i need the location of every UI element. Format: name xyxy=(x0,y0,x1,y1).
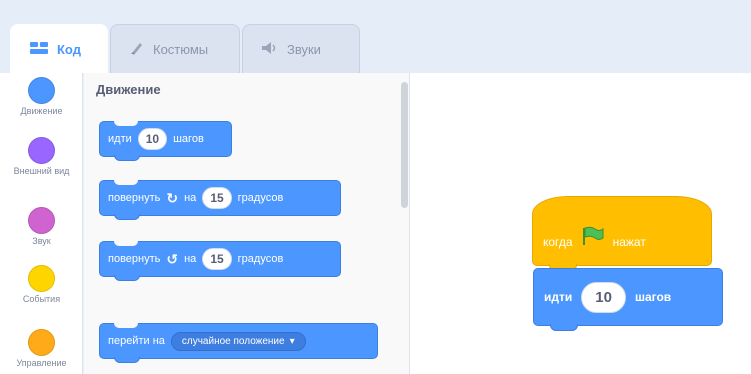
goto-block[interactable]: перейти на случайное положение ▾ xyxy=(99,323,378,363)
rotate-left-icon: ↺ xyxy=(166,250,179,267)
rotate-right-icon: ↻ xyxy=(166,189,179,206)
turn-right-degrees-input[interactable]: 15 xyxy=(202,187,232,209)
green-flag-icon xyxy=(581,226,605,249)
tab-bar: Код Костюмы Звуки xyxy=(0,0,751,73)
category-sound[interactable]: Звук xyxy=(0,207,83,246)
editor-tabs: Код Костюмы Звуки xyxy=(10,24,362,73)
category-control[interactable]: Управление xyxy=(0,329,83,368)
category-control-label: Управление xyxy=(16,358,67,368)
move-block-label: идти xyxy=(108,133,132,145)
palette-title: Движение xyxy=(96,82,161,97)
category-looks-label: Внешний вид xyxy=(13,166,70,176)
looks-category-icon xyxy=(28,137,55,164)
move-steps-block[interactable]: идти 10 шагов xyxy=(99,121,232,161)
tab-code[interactable]: Код xyxy=(10,24,108,73)
brush-icon xyxy=(129,40,145,59)
category-motion-label: Движение xyxy=(20,106,63,116)
tab-costumes-label: Костюмы xyxy=(153,41,209,57)
tab-sounds[interactable]: Звуки xyxy=(242,24,360,73)
category-menu: Движение Внешний вид Звук События Управл… xyxy=(0,73,83,374)
script-move-steps-input[interactable]: 10 xyxy=(581,281,626,313)
turn-left-label: повернуть xyxy=(108,253,161,265)
goto-label: перейти на xyxy=(108,335,165,347)
control-category-icon xyxy=(28,329,55,356)
turn-left-suffix: градусов xyxy=(237,253,284,265)
turn-left-block[interactable]: повернуть ↺ на 15 градусов xyxy=(99,241,341,281)
script-move-steps-block[interactable]: идти 10 шагов xyxy=(533,268,723,331)
motion-category-icon xyxy=(28,77,55,104)
events-category-icon xyxy=(28,265,55,292)
tab-code-label: Код xyxy=(57,41,81,57)
speaker-icon xyxy=(261,41,279,58)
turn-left-mid: на xyxy=(184,253,197,265)
category-motion[interactable]: Движение xyxy=(0,77,83,116)
turn-right-label: повернуть xyxy=(108,192,161,204)
goto-target-value: случайное положение xyxy=(181,335,285,347)
when-flag-clicked-block[interactable]: когда нажат xyxy=(532,196,712,271)
sound-category-icon xyxy=(28,207,55,234)
turn-left-degrees-input[interactable]: 15 xyxy=(202,248,232,270)
hat-block-label: когда xyxy=(543,235,573,249)
tab-costumes[interactable]: Костюмы xyxy=(110,24,240,73)
palette-scrollbar[interactable] xyxy=(401,82,408,208)
code-icon xyxy=(29,41,49,58)
script-move-label: идти xyxy=(544,290,573,304)
category-looks[interactable]: Внешний вид xyxy=(0,137,83,176)
move-steps-input[interactable]: 10 xyxy=(137,128,168,150)
hat-block-suffix: нажат xyxy=(612,235,646,249)
category-events-label: События xyxy=(22,294,61,304)
goto-target-dropdown[interactable]: случайное положение ▾ xyxy=(170,331,306,351)
turn-right-suffix: градусов xyxy=(237,192,284,204)
turn-right-block[interactable]: повернуть ↻ на 15 градусов xyxy=(99,180,341,220)
category-events[interactable]: События xyxy=(0,265,83,304)
tab-sounds-label: Звуки xyxy=(287,41,321,57)
category-sound-label: Звук xyxy=(32,236,51,246)
chevron-down-icon: ▾ xyxy=(289,335,295,347)
move-block-suffix: шагов xyxy=(173,133,204,145)
script-move-suffix: шагов xyxy=(634,290,672,304)
turn-right-mid: на xyxy=(184,192,197,204)
